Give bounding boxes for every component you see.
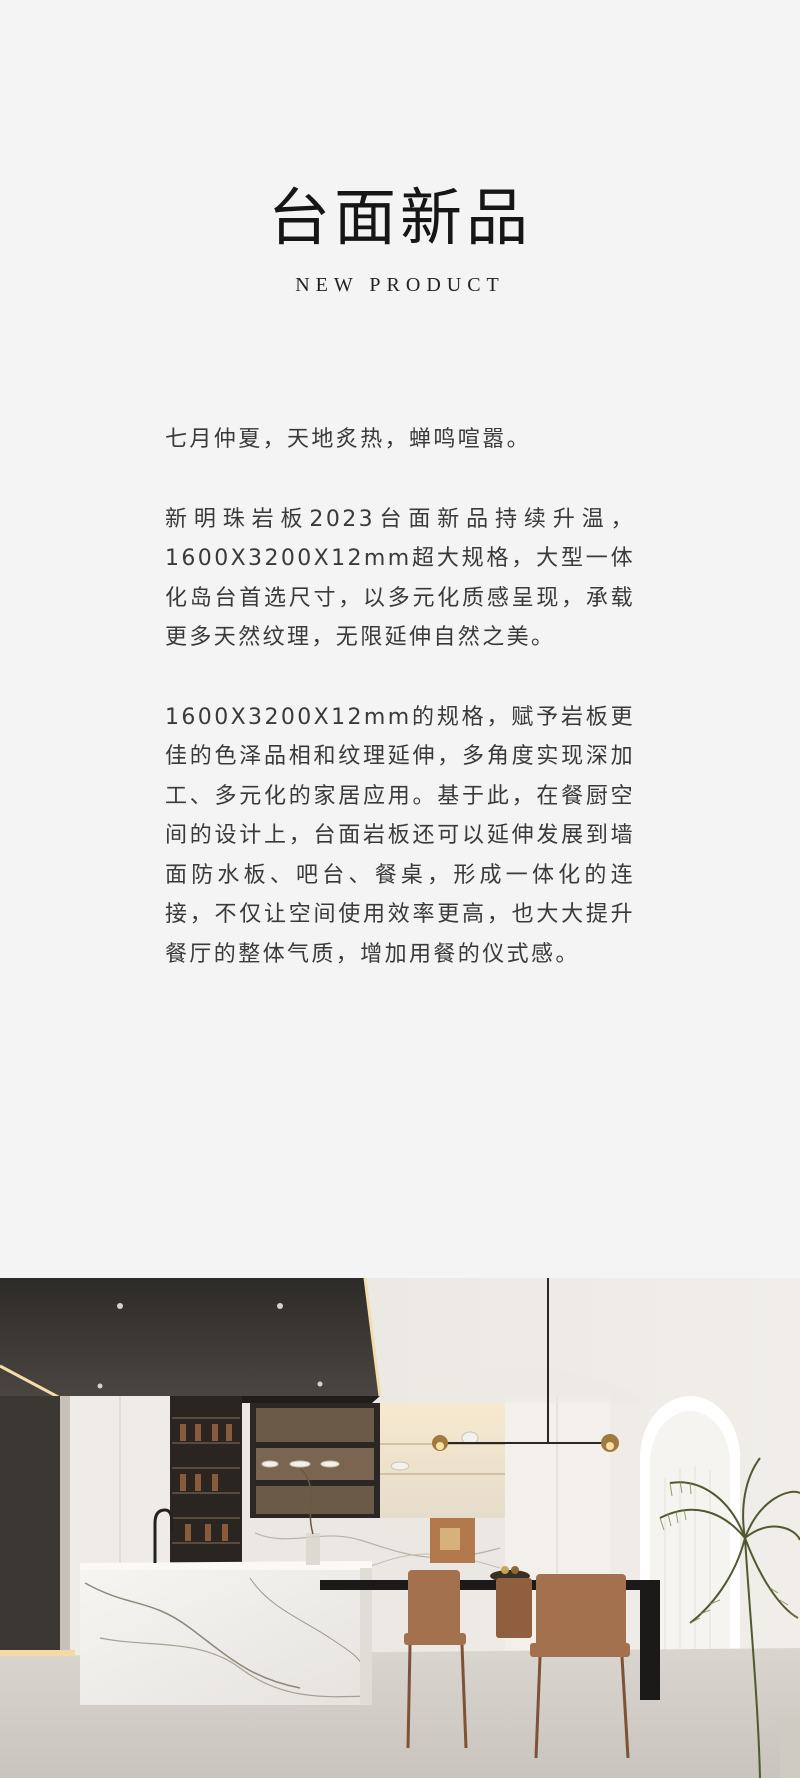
page-subtitle: NEW PRODUCT <box>295 274 505 296</box>
paragraph-intro: 七月仲夏，天地炙热，蝉鸣喧嚣。 <box>165 427 532 452</box>
paragraph-application: 1600X3200X12mm的规格，赋予岩板更佳的色泽品相和纹理延伸，多角度实现… <box>165 704 635 967</box>
paragraph-product: 新明珠岩板2023台面新品持续升温，1600X3200X12mm超大规格，大型一… <box>165 506 635 651</box>
page-title: 台面新品 <box>267 181 532 254</box>
kitchen-interior-photo <box>0 1278 800 1778</box>
article-body: 七月仲夏，天地炙热，蝉鸣喧嚣。 新明珠岩板2023台面新品持续升温，1600X3… <box>165 420 635 1014</box>
